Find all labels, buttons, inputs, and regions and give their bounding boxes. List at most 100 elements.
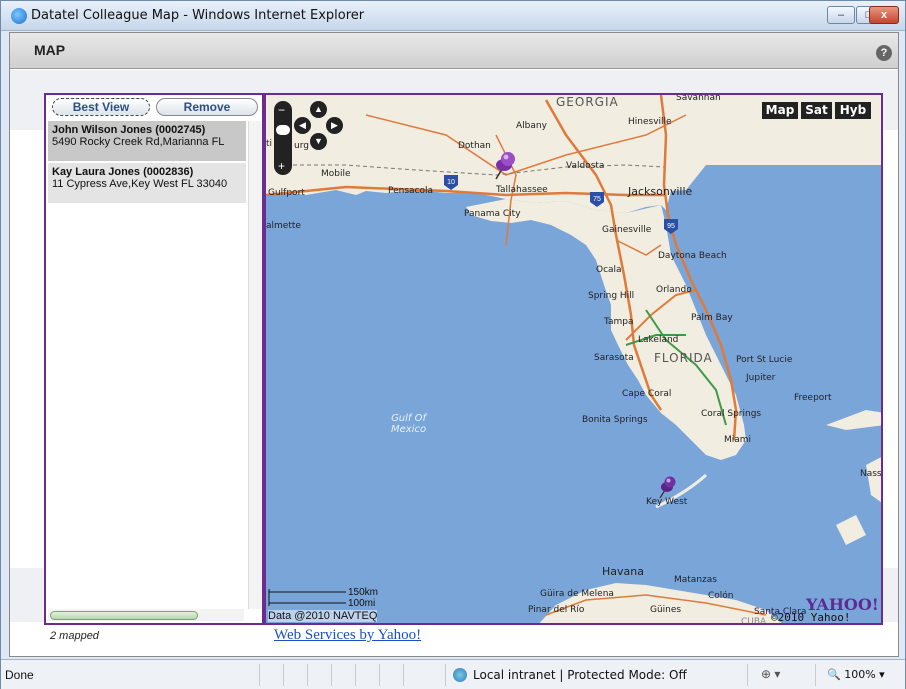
title-bar: Datatel Colleague Map - Windows Internet… [1, 1, 905, 31]
internet-explorer-icon [11, 8, 27, 24]
scrollbar-thumb[interactable] [50, 611, 198, 620]
city-label: Coral Springs [701, 409, 762, 419]
add-favorite-icon[interactable]: ⊕ ▾ [761, 667, 780, 681]
city-label: Gulfport [268, 188, 305, 198]
city-label: Savannah [676, 93, 721, 103]
status-divider [331, 664, 332, 686]
city-label: Tampa [604, 317, 634, 327]
page-content: MAP ? Best View Remove John Wilson Jones… [9, 32, 899, 657]
location-list-panel: Best View Remove John Wilson Jones (0002… [44, 93, 264, 625]
window-title: Datatel Colleague Map - Windows Internet… [31, 8, 365, 23]
status-divider [379, 664, 380, 686]
city-label: Hinesville [628, 117, 672, 127]
state-label-florida: FLORIDA [654, 351, 713, 365]
minimize-button[interactable]: – [827, 6, 855, 24]
city-label: Jupiter [746, 373, 776, 383]
city-label: Spring Hill [588, 291, 635, 301]
city-label: Güines [650, 605, 682, 615]
svg-text:95: 95 [667, 223, 675, 230]
city-label: almette [266, 221, 301, 231]
map-type-sat-button[interactable]: Sat [801, 102, 832, 119]
city-label: Bonita Springs [582, 415, 648, 425]
scale-km-label: 150km [348, 587, 379, 598]
city-label: Ocala [596, 265, 622, 275]
state-label-georgia: GEORGIA [556, 95, 619, 109]
land-bahamas [826, 410, 881, 430]
svg-text:75: 75 [593, 196, 601, 203]
page-zoom-control[interactable]: 🔍 100% ▾ [827, 668, 885, 681]
city-label: Albany [516, 121, 547, 131]
zoom-slider-knob[interactable] [276, 125, 290, 135]
zoom-out-icon[interactable]: − [278, 103, 285, 117]
status-divider [747, 664, 748, 686]
best-view-button[interactable]: Best View [52, 98, 150, 116]
svg-text:10: 10 [447, 179, 455, 186]
city-label: Daytona Beach [658, 251, 727, 261]
city-label: Valdosta [566, 161, 605, 171]
city-label: Freeport [794, 393, 832, 403]
pan-down-icon[interactable]: ▼ [310, 133, 327, 150]
scale-bar [268, 589, 346, 606]
map-view[interactable]: 10 75 95 GEORGIA FLORIDA Gulf Of Mexico … [264, 93, 883, 625]
city-label: Matanzas [674, 575, 717, 585]
location-list: John Wilson Jones (0002745) 5490 Rocky C… [48, 121, 246, 607]
status-text: Done [5, 668, 34, 682]
city-label: Lakeland [638, 335, 679, 345]
remove-button[interactable]: Remove [156, 98, 258, 116]
list-item[interactable]: John Wilson Jones (0002745) 5490 Rocky C… [48, 121, 246, 161]
city-label: Sarasota [594, 353, 634, 363]
pushpin-icon[interactable] [490, 151, 520, 183]
pan-left-icon[interactable]: ◀ [294, 117, 311, 134]
list-item-address: 11 Cypress Ave,Key West FL 33040 [52, 178, 228, 190]
city-label: Jacksonville [628, 185, 693, 198]
status-bar: Done Local intranet | Protected Mode: Of… [1, 659, 905, 689]
scale-mi-label: 100mi [348, 598, 376, 609]
city-label: Port St Lucie [736, 355, 793, 365]
horizontal-scrollbar[interactable] [48, 609, 244, 621]
close-button[interactable]: x [869, 6, 899, 24]
city-label: Orlando [656, 285, 692, 295]
city-label: Güira de Melena [540, 589, 614, 599]
status-divider [815, 664, 816, 686]
vertical-scrollbar[interactable] [248, 121, 262, 609]
pan-up-icon[interactable]: ▲ [310, 101, 327, 118]
pushpin-icon[interactable] [656, 475, 680, 501]
yahoo-copyright: ©2010 Yahoo! Inc. [771, 611, 851, 624]
status-divider [355, 664, 356, 686]
page-header: MAP ? [10, 33, 898, 69]
city-label: Miami [724, 435, 752, 445]
status-divider [445, 664, 446, 686]
city-label: ti [266, 139, 273, 149]
map-type-map-button[interactable]: Map [762, 102, 798, 119]
status-divider [283, 664, 284, 686]
country-label: CUBA [741, 617, 767, 625]
city-label: urg [294, 141, 309, 151]
status-divider [259, 664, 260, 686]
gulf-label: Gulf Of Mexico [391, 413, 427, 435]
list-item-name: John Wilson Jones (0002745) [52, 124, 206, 136]
zoom-slider[interactable]: − + [274, 101, 292, 175]
mapped-count: 2 mapped [50, 630, 99, 642]
city-label: Pinar del Río [528, 605, 585, 615]
status-divider [403, 664, 404, 686]
list-item-name: Kay Laura Jones (0002836) [52, 166, 194, 178]
zoom-in-icon[interactable]: + [278, 159, 285, 173]
city-label: Gainesville [602, 225, 652, 235]
security-zone-text[interactable]: Local intranet | Protected Mode: Off [473, 668, 687, 682]
intranet-zone-icon [453, 668, 467, 682]
status-divider [307, 664, 308, 686]
pan-right-icon[interactable]: ▶ [326, 117, 343, 134]
list-item-address: 5490 Rocky Creek Rd,Marianna FL [52, 136, 225, 148]
city-label: Colón [708, 591, 734, 601]
city-label: Tallahassee [496, 185, 548, 195]
data-copyright: Data @2010 NAVTEQ [268, 610, 378, 622]
city-label: Cape Coral [622, 389, 672, 399]
yahoo-web-services-link[interactable]: Web Services by Yahoo! [274, 627, 421, 644]
map-type-hyb-button[interactable]: Hyb [835, 102, 871, 119]
city-label: Palm Bay [691, 313, 733, 323]
city-label: Nass [860, 469, 882, 479]
city-label: Panama City [464, 209, 521, 219]
help-icon[interactable]: ? [876, 45, 892, 61]
browser-window: Datatel Colleague Map - Windows Internet… [0, 0, 906, 689]
list-item[interactable]: Kay Laura Jones (0002836) 11 Cypress Ave… [48, 163, 246, 203]
